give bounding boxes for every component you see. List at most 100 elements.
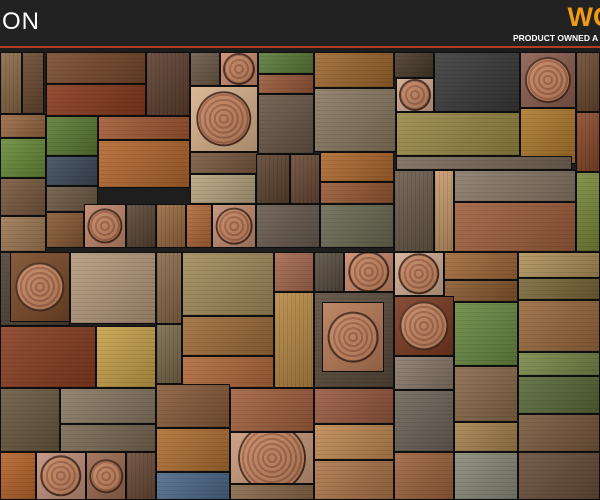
collage-photo xyxy=(156,252,182,324)
wood-grain-texture xyxy=(71,253,155,323)
wood-grain-texture xyxy=(445,253,517,279)
wood-grain-texture xyxy=(321,153,393,181)
wood-rings-photo xyxy=(42,457,80,495)
collage-photo xyxy=(0,326,96,388)
collage-photo xyxy=(454,452,518,500)
collage-photo xyxy=(46,156,98,186)
collage-photo xyxy=(454,202,576,252)
collage-photo xyxy=(60,388,156,424)
wood-grain-texture xyxy=(1,139,45,177)
collage-photo xyxy=(396,112,520,156)
wood-grain-texture xyxy=(455,171,575,201)
collage-photo xyxy=(518,376,600,414)
wood-grain-texture xyxy=(127,205,155,247)
wood-grain-texture xyxy=(275,253,313,291)
collage-photo xyxy=(46,84,146,116)
wood-grain-texture xyxy=(259,95,313,153)
collage-photo xyxy=(394,390,454,452)
collage-photo xyxy=(314,388,394,424)
collage-photo xyxy=(320,182,394,204)
wood-grain-texture xyxy=(191,53,219,85)
wood-grain-texture xyxy=(577,113,599,171)
collage-photo xyxy=(156,384,230,428)
collage-photo xyxy=(454,170,576,202)
wood-grain-texture xyxy=(321,183,393,203)
wood-grain-texture xyxy=(455,303,517,365)
collage-photo xyxy=(320,204,394,248)
collage-photo xyxy=(314,460,394,500)
collage-photo xyxy=(396,156,572,170)
wood-grain-texture xyxy=(191,175,255,203)
wood-grain-texture xyxy=(183,253,273,315)
collage-photo xyxy=(0,388,60,452)
collage-photo xyxy=(22,52,44,114)
wood-rings-photo xyxy=(240,433,304,483)
wood-grain-texture xyxy=(1,115,45,137)
wood-grain-texture xyxy=(257,155,289,203)
collage-photo xyxy=(274,292,314,388)
collage-photo xyxy=(10,252,70,322)
wood-grain-texture xyxy=(191,153,257,173)
brand-logo-text: WO xyxy=(567,2,600,32)
wood-rings-photo xyxy=(224,54,254,84)
wood-grain-texture xyxy=(61,425,155,451)
wood-grain-texture xyxy=(99,117,189,139)
wood-grain-texture xyxy=(23,53,43,113)
wood-grain-texture xyxy=(1,217,45,251)
wood-grain-texture xyxy=(397,157,571,169)
wood-grain-texture xyxy=(397,113,519,155)
wood-grain-texture xyxy=(395,391,453,451)
wood-grain-texture xyxy=(519,301,599,351)
collage-photo xyxy=(84,204,126,248)
brand-tagline: PRODUCT OWNED A xyxy=(513,33,599,43)
wood-grain-texture xyxy=(395,453,453,499)
collage-photo xyxy=(220,52,258,86)
wood-grain-texture xyxy=(99,141,189,187)
wood-grain-texture xyxy=(1,327,95,387)
wood-grain-texture xyxy=(519,415,599,451)
wood-grain-texture xyxy=(47,157,97,185)
wood-grain-texture xyxy=(315,89,395,151)
wood-grain-texture xyxy=(315,53,393,87)
collage-photo xyxy=(344,252,394,292)
collage-photo xyxy=(258,94,314,154)
wood-grain-texture xyxy=(521,109,575,163)
collage-photo xyxy=(454,302,518,366)
wood-rings-photo xyxy=(400,80,430,110)
wood-grain-texture xyxy=(1,453,35,499)
wood-grain-texture xyxy=(435,53,519,111)
header-bar: ON WO PRODUCT OWNED A xyxy=(0,0,600,46)
wood-grain-texture xyxy=(231,485,313,499)
wood-grain-texture xyxy=(395,53,433,77)
collage-photo xyxy=(86,452,126,500)
wood-grain-texture xyxy=(435,171,453,251)
wood-grain-texture xyxy=(157,325,181,383)
collage-photo xyxy=(0,114,46,138)
collage-photo xyxy=(314,252,344,292)
wood-grain-texture xyxy=(47,117,97,155)
collage-photo xyxy=(230,388,314,432)
wood-grain-texture xyxy=(519,353,599,375)
wood-grain-texture xyxy=(47,213,83,247)
collage-photo xyxy=(182,252,274,316)
wood-grain-texture xyxy=(187,205,211,247)
wood-grain-texture xyxy=(455,203,575,251)
collage-photo xyxy=(230,484,314,500)
collage-photo xyxy=(190,174,256,204)
wood-rings-photo xyxy=(217,209,251,243)
collage-photo xyxy=(518,252,600,278)
collage-photo xyxy=(0,138,46,178)
collage-photo xyxy=(182,316,274,356)
collage-photo xyxy=(518,452,600,500)
collage-photo xyxy=(146,52,190,116)
collage-photo xyxy=(518,414,600,452)
wood-grain-texture xyxy=(259,75,313,93)
wood-grain-texture xyxy=(315,389,393,423)
collage-photo xyxy=(454,366,518,422)
wood-rings-photo xyxy=(401,303,447,349)
wood-grain-texture xyxy=(97,327,155,387)
collage-photo xyxy=(314,88,396,152)
wood-grain-texture xyxy=(455,367,517,421)
wood-grain-texture xyxy=(157,205,185,247)
collage-photo xyxy=(156,428,230,472)
